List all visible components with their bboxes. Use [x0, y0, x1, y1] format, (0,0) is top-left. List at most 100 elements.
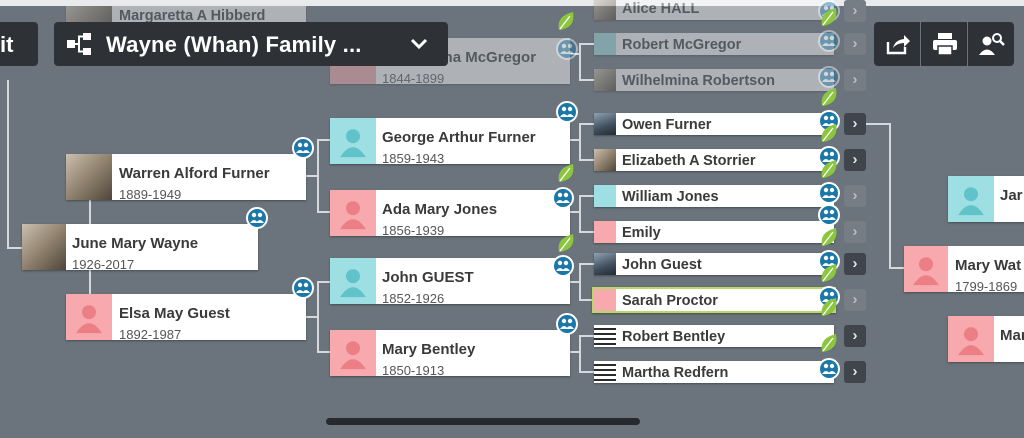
tree-title: Wayne (Whan) Family ... [106, 32, 362, 57]
person-card-mar[interactable]: Mar [948, 316, 1024, 362]
person-name: William Jones [622, 189, 719, 205]
person-card-owen[interactable]: Owen Furner [594, 113, 834, 135]
person-name: John Guest [622, 257, 702, 273]
expand-arrow-icon[interactable]: › [844, 149, 866, 171]
chevron-down-icon [410, 38, 428, 50]
person-photo [594, 149, 616, 171]
person-photo [66, 154, 112, 200]
person-photo [594, 69, 616, 91]
person-card-elizabeth[interactable]: Elizabeth A Storrier [594, 149, 834, 171]
person-card-wilhelmina-robertson[interactable]: Wilhelmina Robertson [594, 69, 834, 91]
person-card-alice-hall[interactable]: Alice HALL [594, 0, 834, 20]
family-group-icon[interactable] [556, 101, 578, 123]
person-card-elsa[interactable]: Elsa May Guest 1892-1987 [66, 294, 306, 340]
person-card-sarah[interactable]: Sarah Proctor [592, 287, 836, 313]
person-photo [594, 113, 616, 135]
exit-button[interactable]: it [0, 22, 38, 66]
expand-arrow-icon[interactable]: › [844, 0, 866, 22]
family-group-icon[interactable] [292, 277, 314, 299]
family-group-icon[interactable] [818, 66, 840, 88]
family-group-icon[interactable] [246, 207, 268, 229]
male-silhouette-icon [330, 118, 376, 164]
family-group-icon[interactable] [552, 187, 574, 209]
person-card-warren[interactable]: Warren Alford Furner 1889-1949 [66, 154, 306, 200]
person-card-john-guest[interactable]: John GUEST 1852-1926 [330, 258, 570, 304]
family-group-icon[interactable] [292, 137, 314, 159]
expand-arrow-icon[interactable]: › [844, 69, 866, 91]
share-button[interactable] [874, 22, 920, 66]
family-group-icon[interactable] [556, 313, 578, 335]
hint-leaf-icon[interactable] [819, 262, 839, 284]
hint-leaf-icon[interactable] [556, 162, 576, 184]
family-group-icon[interactable] [818, 182, 840, 204]
person-name: Emily [622, 225, 661, 241]
person-name: Mary Wat [955, 257, 1022, 274]
person-name: Martha Redfern [622, 365, 729, 381]
person-card-robert-mcgregor[interactable]: Robert McGregor [594, 33, 834, 55]
female-silhouette-icon [948, 316, 994, 362]
person-dates: 1856-1939 [382, 223, 445, 236]
person-card-ada[interactable]: Ada Mary Jones 1856-1939 [330, 190, 570, 236]
male-silhouette-icon [594, 185, 616, 207]
person-photo [594, 0, 616, 20]
person-name: Robert Bentley [622, 329, 726, 345]
person-card-jar[interactable]: Jar [948, 176, 1024, 222]
hint-leaf-icon[interactable] [819, 226, 839, 248]
male-silhouette-icon [948, 176, 994, 222]
person-dates: 1889-1949 [119, 187, 182, 200]
family-group-icon[interactable] [556, 38, 578, 60]
person-card-robert-bentley[interactable]: Robert Bentley [594, 325, 834, 347]
person-photo [594, 325, 616, 347]
expand-arrow-icon[interactable]: › [844, 185, 866, 207]
person-dates: 1799-1869 [955, 279, 1018, 292]
person-name: Jar [1000, 187, 1023, 204]
person-card-june[interactable]: June Mary Wayne 1926-2017 [22, 224, 258, 270]
tree-selector-dropdown[interactable]: Wayne (Whan) Family ... [54, 22, 448, 66]
person-name: June Mary Wayne [72, 235, 199, 252]
hint-leaf-icon[interactable] [819, 86, 839, 108]
person-name: Warren Alford Furner [119, 165, 270, 182]
person-card-george[interactable]: George Arthur Furner 1859-1943 [330, 118, 570, 164]
horizontal-scrollbar[interactable] [326, 418, 640, 425]
person-search-button[interactable] [968, 22, 1014, 66]
person-name: John GUEST [382, 269, 474, 286]
tree-view-icon [67, 33, 91, 55]
person-name: Ada Mary Jones [382, 201, 498, 218]
person-card-william[interactable]: William Jones [594, 185, 834, 207]
person-photo [22, 224, 66, 270]
share-icon [886, 35, 910, 55]
hint-leaf-icon[interactable] [819, 158, 839, 180]
person-card-mary-wat[interactable]: Mary Wat 1799-1869 [904, 246, 1024, 292]
hint-leaf-icon[interactable] [819, 6, 839, 28]
person-name: Mar [1000, 327, 1024, 344]
hint-leaf-icon[interactable] [819, 122, 839, 144]
expand-arrow-icon[interactable]: › [844, 221, 866, 243]
person-name: Sarah Proctor [622, 293, 718, 309]
person-card-john-guest-4[interactable]: John Guest [594, 253, 834, 275]
hint-leaf-icon[interactable] [556, 232, 576, 254]
print-button[interactable] [921, 22, 967, 66]
expand-arrow-icon[interactable]: › [844, 33, 866, 55]
expand-arrow-icon[interactable]: › [844, 289, 866, 311]
family-group-icon[interactable] [818, 30, 840, 52]
expand-arrow-icon[interactable]: › [844, 253, 866, 275]
expand-arrow-icon[interactable]: › [844, 361, 866, 383]
person-card-emily[interactable]: Emily [594, 221, 834, 243]
person-card-martha[interactable]: Martha Redfern [594, 361, 834, 383]
male-silhouette-icon [594, 33, 616, 55]
female-silhouette-icon [66, 294, 112, 340]
family-group-icon[interactable] [552, 255, 574, 277]
family-group-icon[interactable] [818, 204, 840, 226]
male-silhouette-icon [330, 258, 376, 304]
hint-leaf-icon[interactable] [556, 10, 576, 32]
family-group-icon[interactable] [818, 358, 840, 380]
person-photo [594, 361, 616, 383]
person-card-mary-bentley[interactable]: Mary Bentley 1850-1913 [330, 330, 570, 376]
hint-leaf-icon[interactable] [819, 332, 839, 354]
person-name: Owen Furner [622, 117, 712, 133]
hint-leaf-icon[interactable] [819, 296, 839, 318]
expand-arrow-icon[interactable]: › [844, 113, 866, 135]
person-name: Wilhelmina Robertson [622, 73, 775, 89]
expand-arrow-icon[interactable]: › [844, 325, 866, 347]
person-dates: 1852-1926 [382, 291, 445, 304]
